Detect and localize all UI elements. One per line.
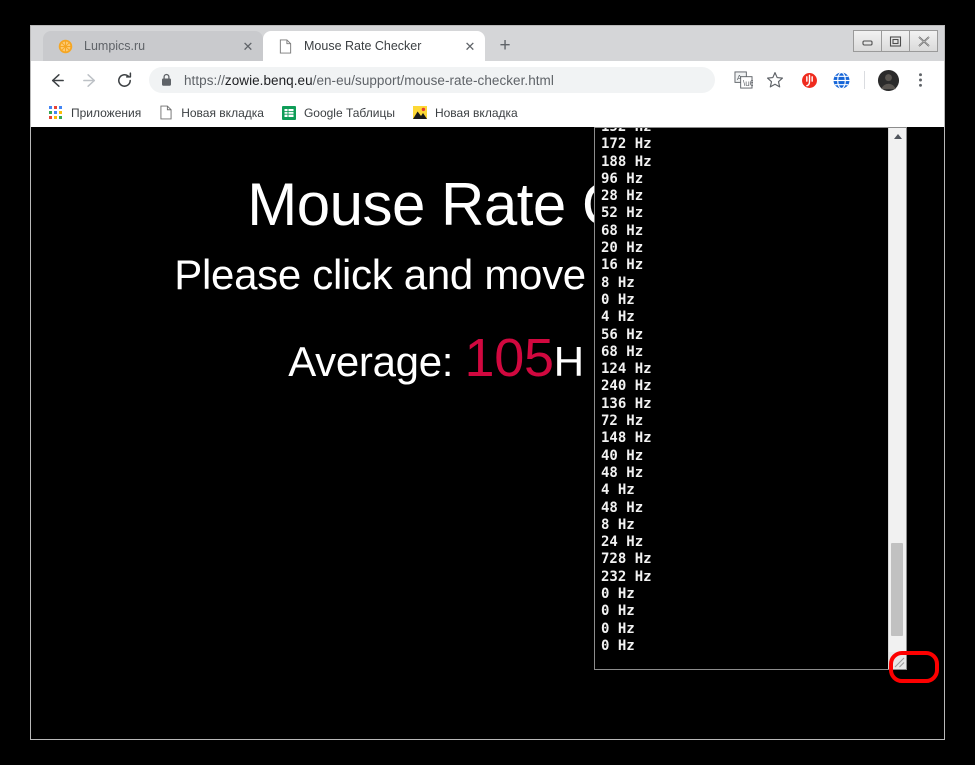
google-sheets-icon: [281, 105, 297, 121]
svg-text:\u6587: \u6587: [743, 79, 753, 88]
rate-log-row: 148 Hz: [601, 430, 652, 447]
rate-log-row: 48 Hz: [601, 499, 644, 516]
orange-slice-icon: [57, 38, 73, 54]
rate-log-textarea[interactable]: 152 Hz 172 Hz 188 Hz 96 Hz 28 Hz 52 Hz 68 Hz 20…: [594, 127, 907, 670]
rate-log-row: 0 Hz: [601, 291, 635, 308]
rate-log-row: 52 Hz: [601, 205, 644, 222]
forward-button[interactable]: [76, 66, 104, 94]
scrollbar-up-button[interactable]: [889, 128, 906, 145]
minimize-button[interactable]: [853, 30, 882, 52]
rate-log-row: 172 Hz: [601, 136, 652, 153]
url-path: /en-eu/support/mouse-rate-checker.html: [312, 72, 554, 88]
url-host: zowie.benq.eu: [224, 72, 313, 88]
average-value: 105: [464, 328, 555, 388]
chevron-up-icon: [893, 134, 902, 139]
reload-button[interactable]: [110, 66, 138, 94]
tab-title: Mouse Rate Checker: [304, 39, 422, 53]
rate-log-row: 96 Hz: [601, 170, 644, 187]
maximize-button[interactable]: [881, 30, 910, 52]
rate-log-row: 8 Hz: [601, 274, 635, 291]
rate-log-row: 68 Hz: [601, 222, 644, 239]
rate-log-row: 0 Hz: [601, 586, 635, 603]
bookmark-new-tab-1[interactable]: Новая вкладка: [151, 102, 271, 124]
scrollbar-thumb[interactable]: [891, 543, 903, 636]
globe-icon[interactable]: [828, 67, 854, 93]
page-document-icon: [277, 38, 293, 54]
rate-log-row: 0 Hz: [601, 637, 635, 654]
avatar-icon[interactable]: [875, 67, 901, 93]
omnibox-actions: A \u6587: [727, 67, 791, 93]
toolbar-divider: [864, 71, 865, 89]
rate-log-row: 0 Hz: [601, 603, 635, 620]
tab-lumpics[interactable]: Lumpics.ru ✕: [43, 31, 263, 61]
page-content-area: Mouse Rate C Please click and move your …: [31, 127, 944, 739]
tab-strip: Lumpics.ru ✕ Mouse Rate Checker ✕ +: [31, 26, 944, 61]
bookmark-new-tab-2[interactable]: Новая вкладка: [405, 102, 525, 124]
rate-log-row: 16 Hz: [601, 257, 644, 274]
average-unit: H: [553, 338, 584, 385]
rate-log-row: 40 Hz: [601, 447, 644, 464]
average-label: Average:: [288, 338, 454, 385]
apps-grid-icon: [48, 105, 64, 121]
rate-log-row: 4 Hz: [601, 309, 635, 326]
rate-log-row: 728 Hz: [601, 551, 652, 568]
tab-close-button[interactable]: ✕: [239, 37, 257, 55]
page-document-icon: [158, 105, 174, 121]
rate-log-row: 24 Hz: [601, 534, 644, 551]
rate-log-row: 48 Hz: [601, 464, 644, 481]
lock-icon: [161, 73, 174, 87]
translate-icon[interactable]: A \u6587: [730, 67, 756, 93]
bookmark-label: Новая вкладка: [434, 105, 518, 120]
rate-log-list[interactable]: 152 Hz 172 Hz 188 Hz 96 Hz 28 Hz 52 Hz 68 Hz 20…: [595, 127, 888, 669]
rate-log-row: 4 Hz: [601, 482, 635, 499]
three-dot-menu-icon[interactable]: [907, 67, 933, 93]
tab-mouse-rate-checker[interactable]: Mouse Rate Checker ✕: [263, 31, 485, 61]
rate-log-row: 68 Hz: [601, 343, 644, 360]
close-button[interactable]: [909, 30, 938, 52]
rate-log-row: 28 Hz: [601, 188, 644, 205]
toolbar-right-actions: [791, 67, 936, 93]
rate-log-row: 124 Hz: [601, 361, 652, 378]
url-scheme: https://: [184, 72, 225, 88]
rate-log-row: 152 Hz: [601, 127, 652, 135]
rate-log-row: 188 Hz: [601, 153, 652, 170]
browser-toolbar: https://zowie.benq.eu/en-eu/support/mous…: [31, 61, 944, 99]
window-controls: [853, 30, 938, 52]
star-icon[interactable]: [762, 67, 788, 93]
resize-grip-icon[interactable]: [889, 652, 906, 669]
bookmark-apps[interactable]: Приложения: [41, 102, 148, 124]
rate-log-row: 72 Hz: [601, 413, 644, 430]
rate-log-row: 136 Hz: [601, 395, 652, 412]
adblock-shield-icon[interactable]: [796, 67, 822, 93]
rate-log-row: 8 Hz: [601, 516, 635, 533]
rate-log-row: 20 Hz: [601, 240, 644, 257]
rate-log-row: 56 Hz: [601, 326, 644, 343]
address-bar[interactable]: https://zowie.benq.eu/en-eu/support/mous…: [149, 67, 715, 93]
rate-log-row: 232 Hz: [601, 568, 652, 585]
bookmarks-bar: Приложения Новая вкладка Google Таблицы …: [31, 99, 944, 127]
bookmark-label: Приложения: [71, 105, 142, 120]
bookmark-label: Google Таблицы: [303, 105, 395, 120]
browser-window: Lumpics.ru ✕ Mouse Rate Checker ✕ + http…: [30, 25, 945, 740]
rate-log-scrollbar[interactable]: [888, 128, 906, 669]
rate-log-row: 240 Hz: [601, 378, 652, 395]
back-button[interactable]: [42, 66, 70, 94]
url-text: https://zowie.benq.eu/en-eu/support/mous…: [184, 73, 554, 88]
bookmark-google-sheets[interactable]: Google Таблицы: [274, 102, 402, 124]
rate-log-row: 0 Hz: [601, 620, 635, 637]
tab-title: Lumpics.ru: [84, 39, 146, 53]
bookmark-label: Новая вкладка: [181, 105, 264, 120]
tab-close-button[interactable]: ✕: [461, 37, 479, 55]
image-photo-icon: [412, 105, 428, 121]
new-tab-button[interactable]: +: [491, 31, 519, 59]
